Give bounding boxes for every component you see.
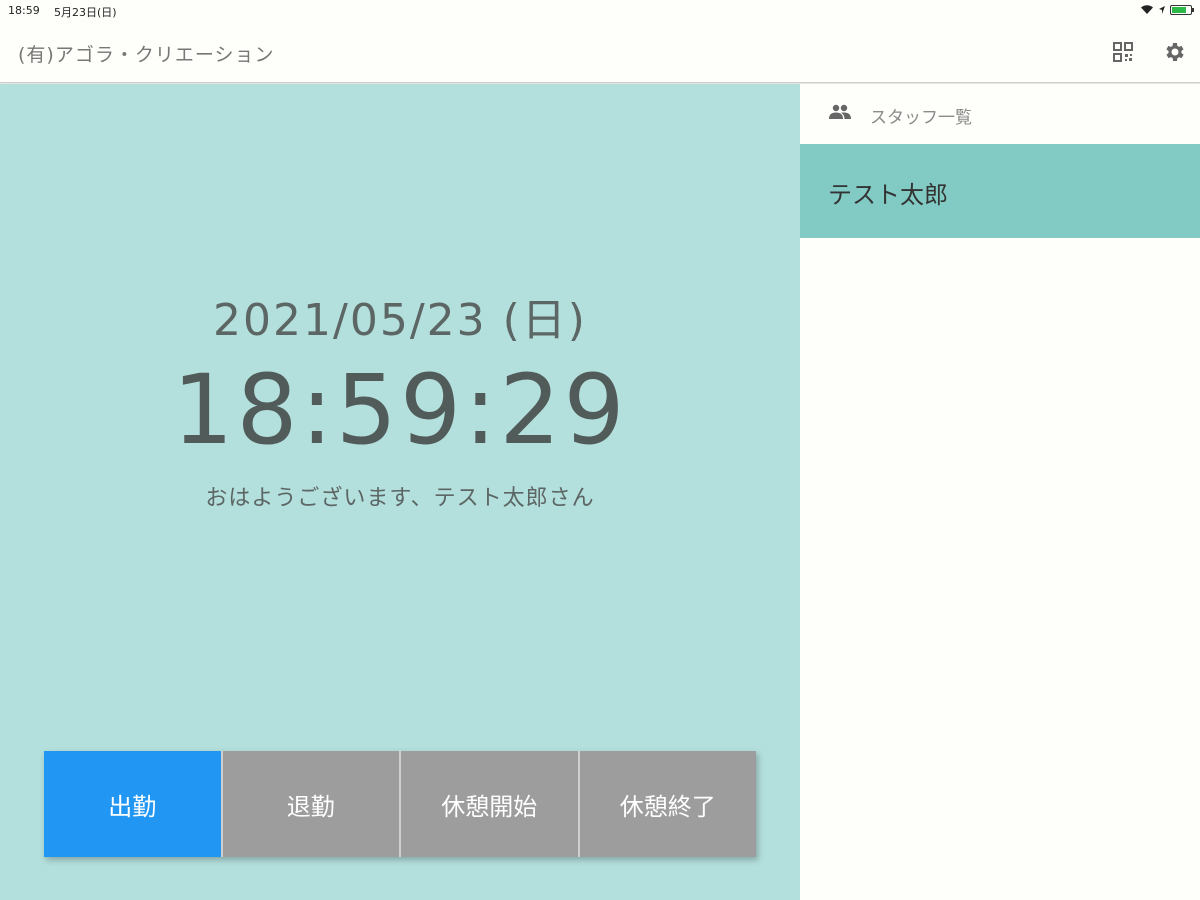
status-date: 5月23日(日) (54, 6, 117, 19)
clock-in-button[interactable]: 出勤 (44, 751, 221, 857)
punch-clock-panel: 2021/05/23 (日) 18:59:29 おはようございます、テスト太郎さ… (0, 84, 800, 900)
company-name: (有)アゴラ・クリエーション (18, 44, 275, 66)
current-date: 2021/05/23 (日) (213, 295, 587, 346)
people-icon (829, 104, 851, 119)
staff-list-title: スタッフ一覧 (870, 108, 972, 128)
clock-out-button[interactable]: 退勤 (220, 751, 399, 857)
wifi-icon (1141, 5, 1153, 14)
greeting-message: おはようございます、テスト太郎さん (205, 486, 595, 511)
staff-name: テスト太郎 (828, 181, 948, 209)
staff-sidebar: スタッフ一覧 テスト太郎 (800, 84, 1200, 900)
status-time: 18:59 (8, 4, 40, 17)
status-indicators (1140, 4, 1194, 15)
staff-item-test-taro[interactable]: テスト太郎 (800, 144, 1200, 238)
status-bar: 18:59 5月23日(日) (0, 0, 1200, 22)
gear-icon[interactable] (1162, 40, 1186, 64)
break-start-button[interactable]: 休憩開始 (399, 751, 578, 857)
staff-list-header: スタッフ一覧 (800, 84, 1200, 144)
app-header: (有)アゴラ・クリエーション (0, 22, 1200, 83)
location-icon (1159, 5, 1165, 14)
attendance-buttons: 出勤 退勤 休憩開始 休憩終了 (44, 751, 756, 857)
qr-code-icon[interactable] (1111, 40, 1135, 64)
break-end-button[interactable]: 休憩終了 (577, 751, 756, 857)
battery-icon (1170, 4, 1194, 15)
current-time: 18:59:29 (172, 354, 628, 466)
